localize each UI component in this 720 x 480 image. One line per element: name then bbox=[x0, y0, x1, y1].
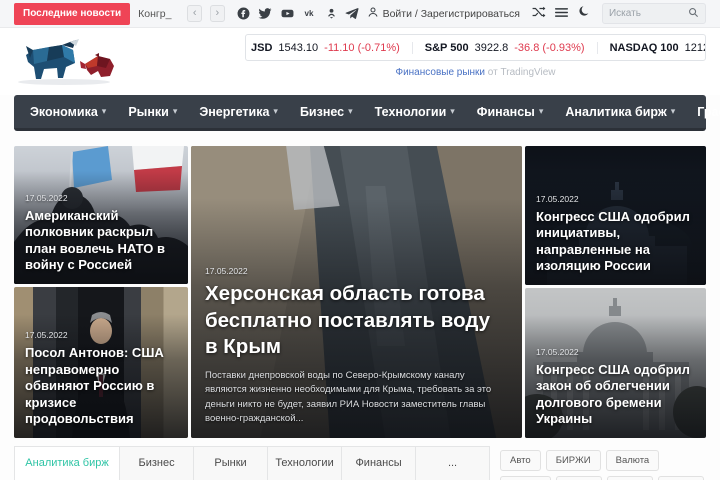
ticker-item: S&P 500 3922.8 -36.8 (-0.93%) bbox=[411, 41, 597, 54]
article-title: Посол Антонов: США неправомерно обвиняют… bbox=[25, 344, 164, 427]
article-title: Конгресс США одобрил закон об облегчении… bbox=[536, 361, 690, 427]
featured-articles-grid: 17.05.2022 Американский полковник раскры… bbox=[14, 146, 706, 438]
tag-chip[interactable] bbox=[658, 476, 705, 480]
article-date: 17.05.2022 bbox=[25, 329, 68, 340]
tradingview-ticker-widget[interactable]: JSD 1543.10 -11.10 (-0.71%) S&P 500 3922… bbox=[245, 34, 706, 61]
tab-finance[interactable]: Финансы bbox=[342, 446, 417, 480]
twitter-icon[interactable] bbox=[258, 7, 272, 20]
ticker-value: 1543.10 bbox=[278, 41, 319, 54]
article-card[interactable]: 17.05.2022 Конгресс США одобрил инициати… bbox=[525, 146, 706, 285]
left-column: 17.05.2022 Американский полковник раскры… bbox=[14, 146, 188, 438]
article-excerpt: Поставки днепровской воды по Северо-Крым… bbox=[205, 370, 492, 424]
ticker-value: 3922.8 bbox=[474, 41, 509, 54]
chevron-down-icon: ▾ bbox=[172, 106, 178, 116]
nav-item-charts[interactable]: Графики▾ bbox=[697, 105, 720, 119]
nav-item-finance[interactable]: Финансы ▾ bbox=[477, 105, 544, 119]
top-bar: Последние новости Конгр_ ‹ › vk Войти / … bbox=[0, 0, 720, 28]
tag-chip[interactable]: Золото bbox=[500, 476, 552, 480]
menu-icon[interactable] bbox=[554, 5, 568, 23]
article-date: 17.05.2022 bbox=[536, 346, 579, 357]
article-title: Американский полковник раскрыл план вовл… bbox=[25, 207, 165, 273]
shuffle-icon[interactable] bbox=[532, 5, 546, 23]
social-icons: vk bbox=[237, 7, 359, 20]
login-label: Войти / Зарегистрироваться bbox=[382, 7, 520, 20]
tab-more[interactable]: ... bbox=[416, 446, 491, 480]
tab-business[interactable]: Бизнес bbox=[120, 446, 195, 480]
ticker-change: -11.10 (-0.71%) bbox=[324, 41, 400, 54]
chevron-down-icon: ▾ bbox=[450, 106, 455, 116]
nav-item-exchange-analytics[interactable]: Аналитика бирж ▾ bbox=[565, 105, 675, 119]
tab-technology[interactable]: Технологии bbox=[268, 446, 343, 480]
article-card[interactable]: 17.05.2022 Американский полковник раскры… bbox=[14, 146, 188, 284]
ticker-symbol: JSD bbox=[251, 41, 273, 54]
chevron-down-icon: ▾ bbox=[538, 106, 544, 116]
login-button[interactable]: Войти / Зарегистрироваться bbox=[367, 6, 520, 21]
category-tabs: Аналитика бирж Бизнес Рынки Технологии Ф… bbox=[14, 446, 491, 480]
center-column: 17.05.2022 Херсонская область готова бес… bbox=[191, 146, 522, 438]
ticker-symbol: NASDAQ 100 bbox=[609, 41, 679, 54]
ticker-symbol: S&P 500 bbox=[424, 41, 469, 54]
tradingview-caption: Финансовые рынки от TradingView bbox=[245, 67, 706, 78]
odnoklassniki-icon[interactable] bbox=[326, 7, 337, 20]
article-card[interactable]: 17.05.2022 Посол Антонов: США неправомер… bbox=[14, 287, 188, 438]
nav-item-economy[interactable]: Экономика ▾ bbox=[30, 105, 106, 119]
article-card[interactable]: 17.05.2022 Конгресс США одобрил закон об… bbox=[525, 288, 706, 438]
dark-mode-moon-icon[interactable] bbox=[577, 5, 590, 23]
bottom-section: Аналитика бирж Бизнес Рынки Технологии Ф… bbox=[14, 446, 706, 480]
tab-exchange-analytics[interactable]: Аналитика бирж bbox=[14, 446, 121, 480]
tag-chip[interactable]: БИРЖИ bbox=[545, 450, 601, 471]
latest-news-badge: Последние новости bbox=[14, 2, 131, 25]
utility-icons bbox=[532, 5, 590, 23]
tag-chip[interactable]: Авто bbox=[500, 450, 541, 471]
financial-markets-link[interactable]: Финансовые рынки bbox=[395, 67, 485, 78]
main-nav: Экономика ▾ Рынки ▾ Энергетика ▾ Бизнес ▾ Те… bbox=[14, 95, 720, 131]
tag-chip[interactable] bbox=[556, 476, 603, 480]
nav-item-markets[interactable]: Рынки ▾ bbox=[128, 105, 177, 119]
ticker-prev-button[interactable]: ‹ bbox=[187, 5, 202, 22]
search-input[interactable] bbox=[608, 8, 688, 19]
user-icon bbox=[367, 6, 379, 21]
chevron-down-icon: ▾ bbox=[101, 106, 107, 116]
tag-chip[interactable] bbox=[607, 476, 654, 480]
caption-rest: от TradingView bbox=[487, 67, 556, 78]
tag-chip[interactable]: Валюта bbox=[605, 450, 660, 471]
site-logo-bull-bear[interactable] bbox=[14, 33, 118, 92]
article-date: 17.05.2022 bbox=[205, 266, 248, 277]
svg-text:vk: vk bbox=[304, 9, 314, 18]
site-header: JSD 1543.10 -11.10 (-0.71%) S&P 500 3922… bbox=[0, 28, 720, 95]
nav-item-business[interactable]: Бизнес ▾ bbox=[300, 105, 353, 119]
article-title: Конгресс США одобрил инициативы, направл… bbox=[536, 208, 690, 274]
tag-cloud: Авто БИРЖИ Валюта Золото bbox=[500, 446, 706, 480]
vk-icon[interactable]: vk bbox=[303, 7, 318, 20]
telegram-icon[interactable] bbox=[345, 7, 359, 20]
ticker-change: -36.8 (-0.93%) bbox=[514, 41, 585, 54]
nav-item-energy[interactable]: Энергетика ▾ bbox=[199, 105, 278, 119]
nav-item-technology[interactable]: Технологии ▾ bbox=[375, 105, 455, 119]
chevron-down-icon: ▾ bbox=[670, 106, 676, 116]
news-ticker-text: Конгр_ bbox=[138, 7, 172, 20]
search-box bbox=[601, 3, 706, 24]
chevron-down-icon: ▾ bbox=[273, 106, 278, 116]
ticker-item: NASDAQ 100 12126.1 -170.6 bbox=[596, 41, 705, 54]
article-card-main[interactable]: 17.05.2022 Херсонская область готова бес… bbox=[191, 146, 522, 438]
facebook-icon[interactable] bbox=[237, 7, 250, 20]
article-date: 17.05.2022 bbox=[536, 193, 579, 204]
search-icon[interactable] bbox=[688, 5, 699, 23]
chevron-down-icon: ▾ bbox=[348, 106, 353, 116]
ticker-item: JSD 1543.10 -11.10 (-0.71%) bbox=[246, 42, 412, 54]
ticker-value: 12126.1 bbox=[684, 41, 705, 54]
youtube-icon[interactable] bbox=[280, 7, 295, 20]
article-title: Херсонская область готова бесплатно пост… bbox=[205, 282, 491, 359]
article-date: 17.05.2022 bbox=[25, 192, 68, 203]
right-column: 17.05.2022 Конгресс США одобрил инициати… bbox=[525, 146, 706, 438]
tab-markets[interactable]: Рынки bbox=[194, 446, 269, 480]
ticker-next-button[interactable]: › bbox=[209, 5, 225, 22]
